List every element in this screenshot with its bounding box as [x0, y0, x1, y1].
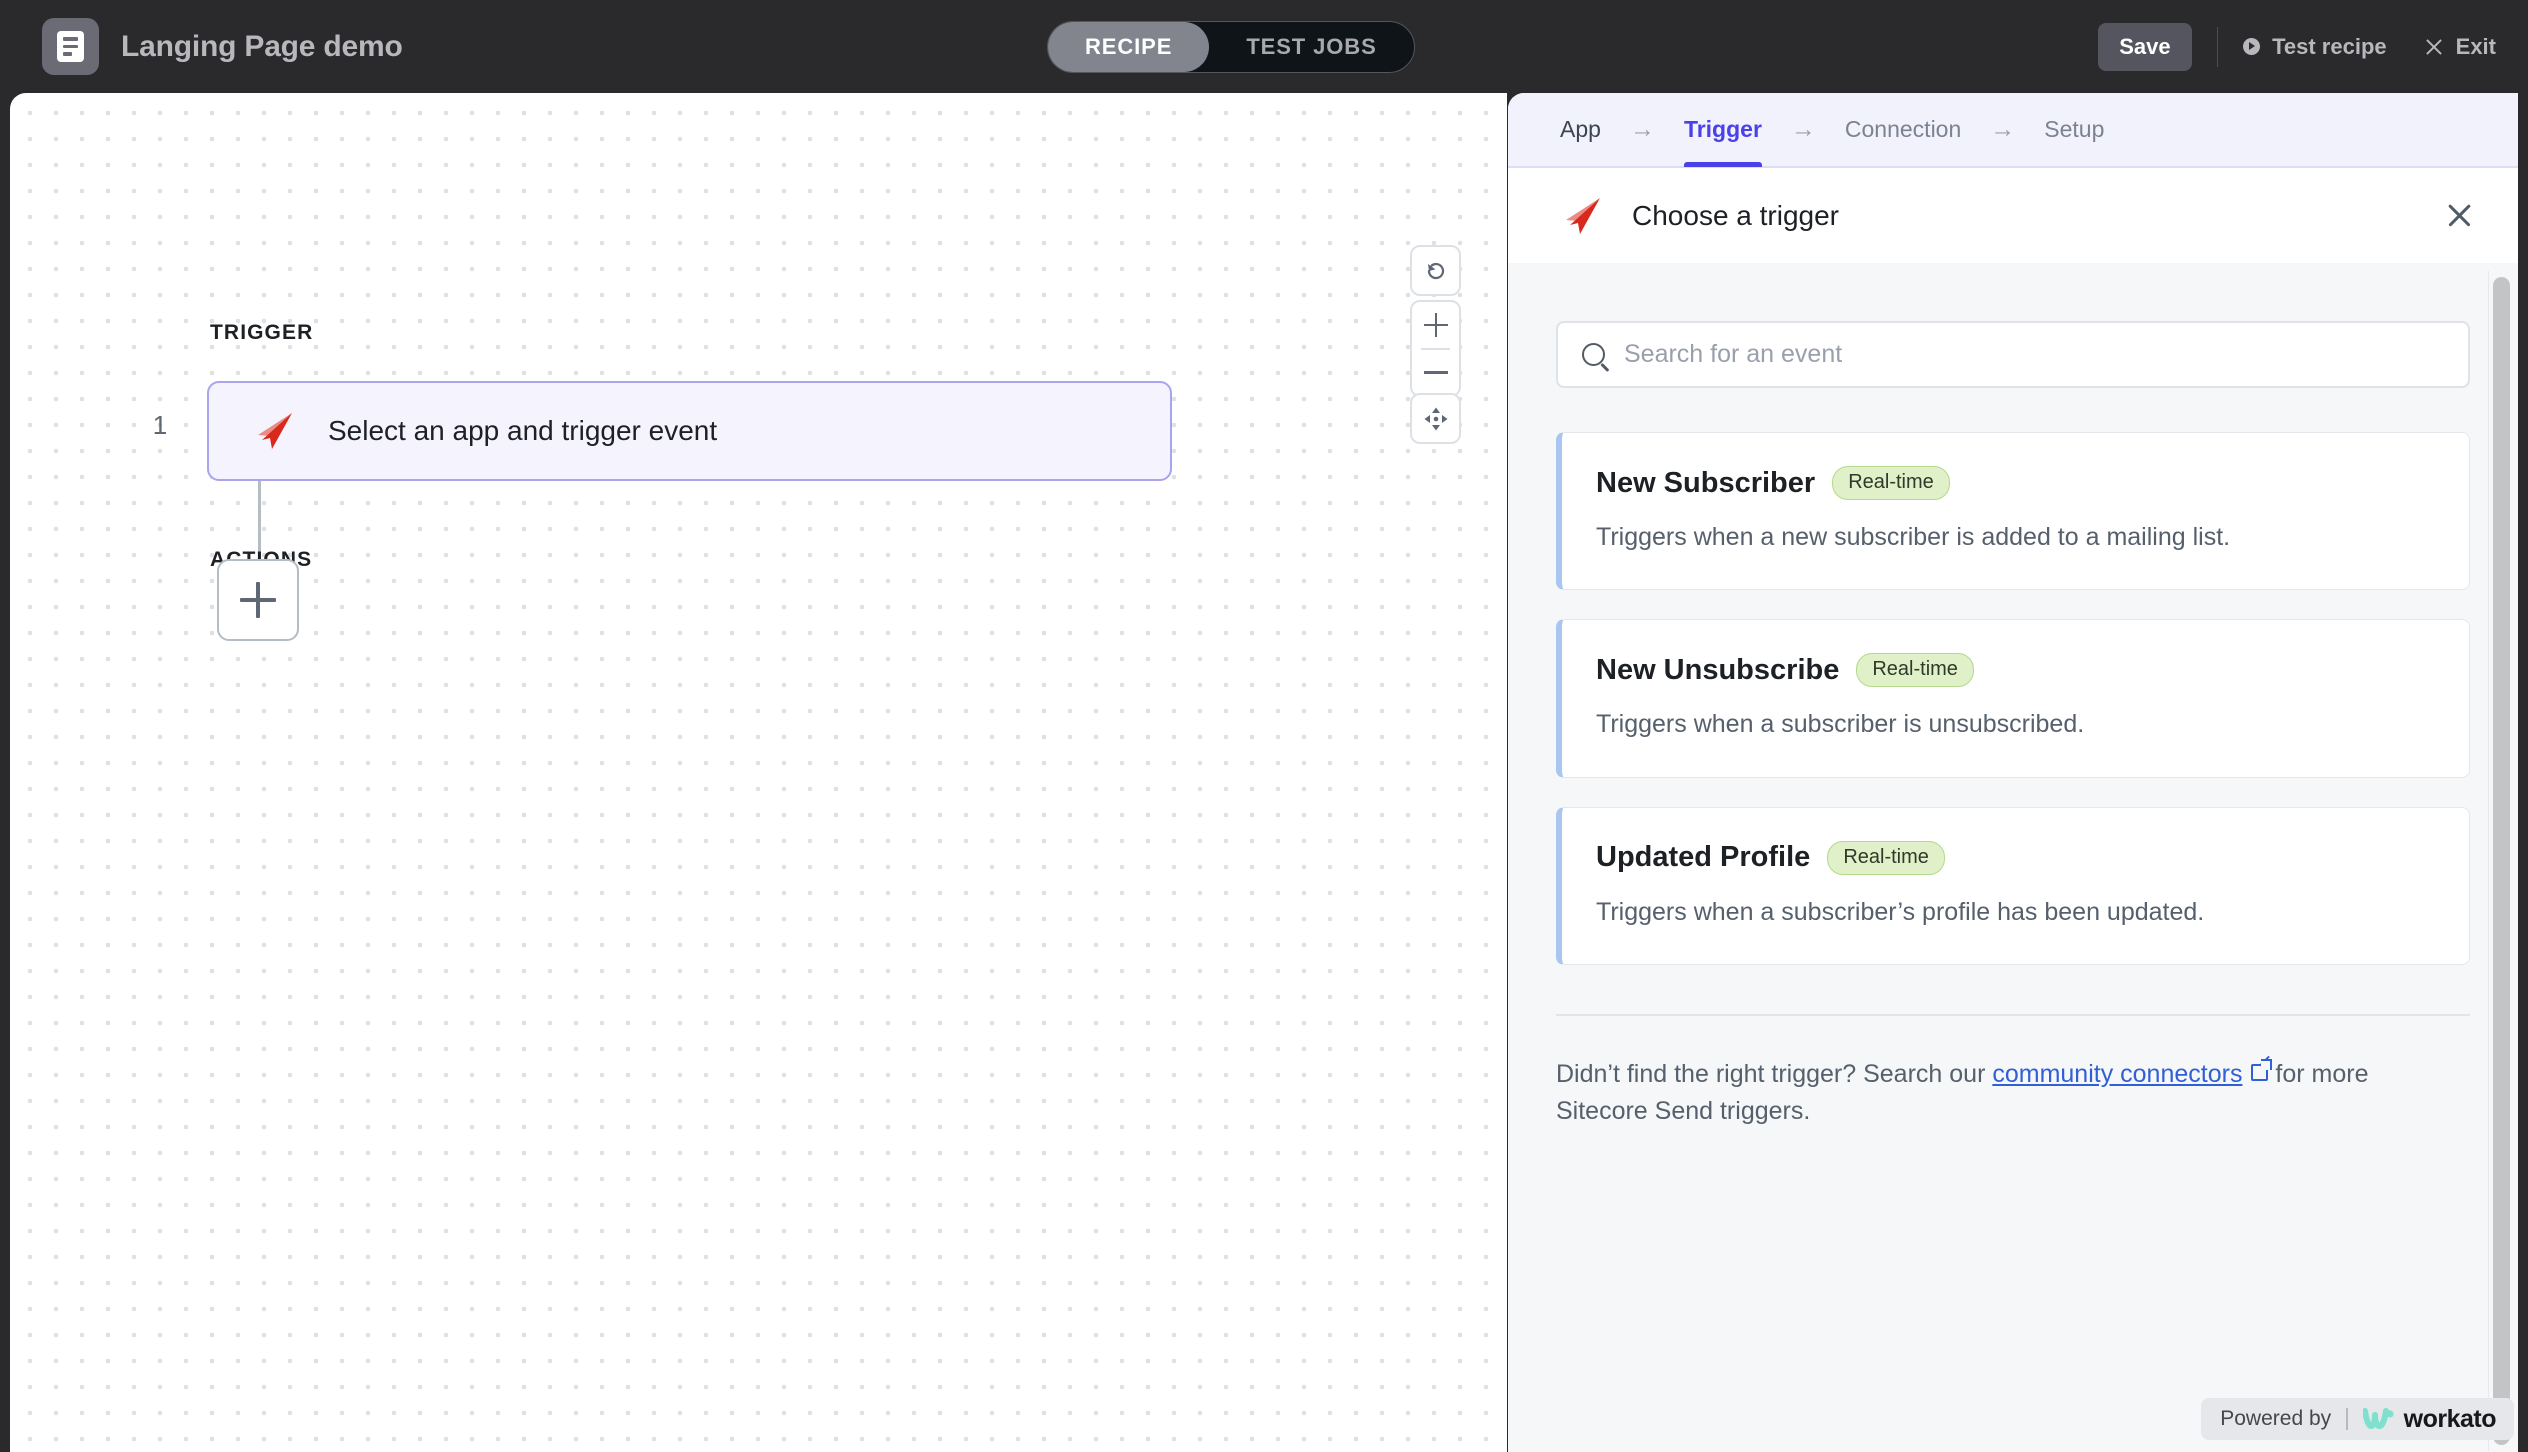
trigger-card-label: Select an app and trigger event [328, 415, 718, 446]
view-mode-segmented-control[interactable]: RECIPE TEST JOBS [1047, 21, 1415, 73]
search-input[interactable] [1624, 340, 2444, 369]
document-lines-glyph [57, 31, 84, 62]
close-icon [2424, 37, 2444, 57]
footer-text-before-link: Didn’t find the right trigger? Search ou… [1556, 1059, 1993, 1088]
trigger-option-new-unsubscribe[interactable]: New Unsubscribe Real-time Triggers when … [1556, 619, 2470, 778]
plus-icon [1423, 312, 1448, 337]
save-button[interactable]: Save [2098, 22, 2192, 71]
panel-title: Choose a trigger [1632, 199, 1840, 231]
fit-to-screen-button[interactable] [1412, 395, 1459, 442]
trigger-option-description: Triggers when a subscriber’s profile has… [1596, 897, 2205, 926]
breadcrumb-step-setup[interactable]: Setup [2044, 93, 2104, 167]
exit-label: Exit [2455, 33, 2496, 59]
step-number: 1 [152, 410, 168, 440]
trigger-section-label: TRIGGER [210, 321, 314, 344]
minus-icon [1423, 360, 1448, 384]
exit-button[interactable]: Exit [2424, 34, 2496, 60]
topbar-divider [2216, 26, 2219, 67]
tab-test-jobs[interactable]: TEST JOBS [1209, 22, 1413, 72]
status-badge: Real-time [1832, 466, 1950, 500]
topbar-left-group: Langing Page demo [42, 18, 403, 75]
undo-circle-icon [1427, 262, 1444, 279]
trigger-step-card[interactable]: Select an app and trigger event [207, 381, 1172, 481]
panel-footer-text: Didn’t find the right trigger? Search ou… [1556, 1056, 2456, 1131]
trigger-option-description: Triggers when a new subscriber is added … [1596, 523, 2231, 551]
panel-scrollbar-thumb[interactable] [2493, 277, 2510, 1445]
reset-view-button[interactable] [1412, 247, 1459, 294]
search-event-box[interactable] [1556, 321, 2470, 388]
reset-view-control[interactable] [1410, 245, 1461, 296]
powered-by-label: Powered by [2220, 1407, 2332, 1430]
trigger-option-updated-profile[interactable]: Updated Profile Real-time Triggers when … [1556, 806, 2470, 965]
close-panel-icon[interactable] [2445, 201, 2474, 230]
trigger-picker-panel: App → Trigger → Connection → Setup Choos… [1508, 93, 2518, 1452]
breadcrumb-step-app[interactable]: App [1560, 93, 1601, 167]
trigger-option-name: New Unsubscribe [1596, 653, 1840, 686]
test-recipe-button[interactable]: Test recipe [2243, 34, 2387, 60]
breadcrumb-step-connection[interactable]: Connection [1845, 93, 1961, 167]
breadcrumb-arrow-icon: → [1629, 115, 1655, 143]
trigger-option-header: Updated Profile Real-time [1596, 840, 2433, 875]
search-icon [1582, 343, 1605, 366]
workato-brand: workato [2362, 1404, 2497, 1434]
powered-by-divider [2346, 1408, 2348, 1430]
community-connectors-link[interactable]: community connectors [1992, 1060, 2242, 1088]
status-badge: Real-time [1827, 840, 1945, 875]
zoom-in-button[interactable] [1412, 302, 1459, 348]
panel-body: New Subscriber Real-time Triggers when a… [1508, 263, 2518, 1452]
trigger-option-name: New Subscriber [1596, 466, 1816, 499]
breadcrumb-arrow-icon: → [1990, 115, 2016, 143]
panel-scrollbar[interactable] [2488, 271, 2512, 1451]
tab-recipe[interactable]: RECIPE [1048, 22, 1210, 72]
play-circle-icon [2243, 38, 2261, 55]
zoom-out-button[interactable] [1412, 350, 1459, 396]
top-bar: Langing Page demo RECIPE TEST JOBS Save … [0, 0, 2528, 93]
plus-icon [240, 582, 276, 618]
trigger-option-name: Updated Profile [1596, 841, 1811, 873]
workato-wordmark: workato [2403, 1404, 2497, 1433]
topbar-right-group: Save Test recipe Exit [2098, 0, 2496, 93]
trigger-option-header: New Subscriber Real-time [1596, 466, 2433, 500]
status-badge: Real-time [1856, 653, 1974, 688]
breadcrumb: App → Trigger → Connection → Setup [1508, 93, 2518, 168]
workato-logo-icon [2362, 1408, 2394, 1429]
recipe-document-icon [42, 18, 99, 75]
breadcrumb-arrow-icon: → [1790, 115, 1816, 143]
panel-divider [1556, 1013, 2470, 1016]
breadcrumb-step-trigger[interactable]: Trigger [1683, 93, 1762, 167]
add-action-button[interactable] [217, 559, 299, 641]
trigger-option-header: New Unsubscribe Real-time [1596, 653, 2433, 688]
sitecore-send-icon [252, 409, 296, 453]
zoom-control[interactable] [1410, 300, 1461, 397]
sitecore-send-icon [1560, 194, 1604, 238]
panel-header: Choose a trigger [1508, 168, 2518, 263]
fit-to-screen-control[interactable] [1410, 393, 1461, 444]
external-link-icon [2251, 1058, 2273, 1081]
move-arrows-icon [1424, 407, 1447, 430]
recipe-canvas[interactable]: TRIGGER 1 Select an app and trigger even… [10, 93, 1507, 1452]
page-title: Langing Page demo [121, 29, 403, 63]
trigger-option-description: Triggers when a subscriber is unsubscrib… [1596, 710, 2085, 739]
test-recipe-label: Test recipe [2272, 33, 2387, 59]
trigger-option-new-subscriber[interactable]: New Subscriber Real-time Triggers when a… [1556, 432, 2470, 591]
trigger-options-list: New Subscriber Real-time Triggers when a… [1556, 432, 2470, 965]
powered-by-badge: Powered by workato [2201, 1398, 2514, 1440]
